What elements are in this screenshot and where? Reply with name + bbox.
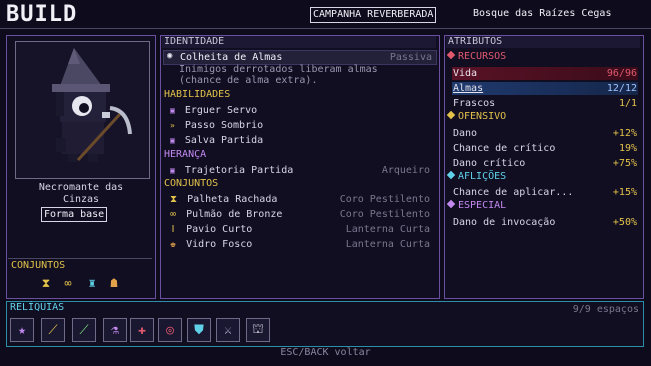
resources-heading: RECURSOS xyxy=(446,50,506,62)
crit-damage-row: Dano crítico +75% xyxy=(453,158,637,169)
header-divider xyxy=(0,28,651,29)
necromancer-portrait xyxy=(52,48,132,162)
sets-heading: CONJUNTOS xyxy=(164,178,219,189)
hourglass-icon[interactable]: ⧗ xyxy=(38,275,54,291)
character-portrait-frame xyxy=(15,41,150,179)
ability-row[interactable]: ▣ Salva Partida xyxy=(170,134,434,147)
souls-row: Almas 12/12 xyxy=(453,83,637,94)
target-icon[interactable]: ◎ xyxy=(158,318,182,342)
attributes-heading: ATRIBUTOS xyxy=(448,36,503,47)
campaign-mode-label: CAMPANHA REVERBERADA xyxy=(310,7,437,23)
form-base-label: Forma base xyxy=(44,209,105,220)
glass-icon: ♚ xyxy=(170,239,177,250)
cross-icon[interactable]: ✚ xyxy=(130,318,154,342)
flask-icon[interactable]: ⚗ xyxy=(103,318,127,342)
eye-icon: ◉ xyxy=(167,51,173,61)
figure-icon[interactable]: ♜ xyxy=(84,275,100,291)
set-item-row[interactable]: ∞ Pulmão de Bronze Coro Pestilento xyxy=(170,208,434,221)
resources-diamond-icon xyxy=(446,50,456,60)
identity-heading: IDENTIDADE xyxy=(164,36,225,47)
afflictions-heading: AFLIÇÕES xyxy=(446,170,506,182)
character-name: Necromante das Cinzas xyxy=(38,182,124,205)
character-sets-title: CONJUNTOS xyxy=(11,260,66,271)
passive-description-line-2: (chance de alma extra). xyxy=(179,75,318,86)
relics-heading: RELÍQUIAS xyxy=(10,302,65,313)
ability-icon: ▣ xyxy=(170,106,175,115)
heritage-row[interactable]: ▣ Trajetoria Partida Arqueiro xyxy=(170,164,434,177)
candle-icon: ǀ xyxy=(170,224,177,235)
helmet-icon[interactable]: ☗ xyxy=(106,275,122,291)
damage-row: Dano +12% xyxy=(453,128,637,139)
offense-heading: OFENSIVO xyxy=(446,110,506,122)
passive-row[interactable]: ◉ Colheita de Almas Passiva xyxy=(163,50,437,65)
passive-tag: Passiva xyxy=(389,52,432,63)
dagger-green-icon[interactable]: ⟋ xyxy=(72,318,96,342)
chain-icon: ∞ xyxy=(170,209,177,220)
offense-diamond-icon xyxy=(446,110,456,120)
set-item-row[interactable]: ♚ Vidro Fosco Lanterna Curta xyxy=(170,238,434,251)
shield-icon[interactable]: ⛊ xyxy=(187,318,211,342)
apply-chance-row: Chance de aplicar... +15% xyxy=(453,187,637,198)
relic-slots-count: 9/9 espaços xyxy=(572,304,639,315)
set-item-row[interactable]: ǀ Pavio Curto Lanterna Curta xyxy=(170,223,434,236)
special-heading: ESPECIAL xyxy=(446,199,506,211)
dagger-icon[interactable]: ⟋ xyxy=(41,318,65,342)
page-title: BUILD xyxy=(6,2,78,27)
heritage-heading: HERANÇA xyxy=(164,149,207,160)
life-row: Vida 96/96 xyxy=(453,68,637,79)
relics-panel xyxy=(6,301,644,347)
afflictions-diamond-icon xyxy=(446,170,456,180)
special-diamond-icon xyxy=(446,199,456,209)
passive-description-line-1: Inimigos derrotados liberam almas xyxy=(179,64,378,75)
ability-icon: » xyxy=(170,121,175,130)
ability-icon: ▣ xyxy=(170,136,175,145)
footer-hint: ESC/BACK voltar xyxy=(280,347,371,358)
character-sets-divider xyxy=(8,258,152,259)
abilities-heading: HABILIDADES xyxy=(164,89,231,100)
ability-row[interactable]: » Passo Sombrio xyxy=(170,119,434,132)
set-item-row[interactable]: ⧗ Palheta Rachada Coro Pestilento xyxy=(170,193,434,206)
passive-name: Colheita de Almas xyxy=(180,52,283,63)
crit-chance-row: Chance de crítico 19% xyxy=(453,143,637,154)
location-label: Bosque das Raízes Cegas xyxy=(473,8,612,19)
sword-icon[interactable]: ⚔ xyxy=(216,318,240,342)
ability-row[interactable]: ▣ Erguer Servo xyxy=(170,104,434,117)
chain-icon[interactable]: ∞ xyxy=(60,275,76,291)
star-icon[interactable]: ★ xyxy=(10,318,34,342)
hourglass-icon: ⧗ xyxy=(170,194,178,205)
form-base-button[interactable]: Forma base xyxy=(41,207,108,222)
altar-icon[interactable]: ⛫ xyxy=(246,318,270,342)
heritage-icon: ▣ xyxy=(170,166,175,175)
flasks-row: Frascos 1/1 xyxy=(453,98,637,109)
summon-damage-row: Dano de invocação +50% xyxy=(453,217,637,228)
